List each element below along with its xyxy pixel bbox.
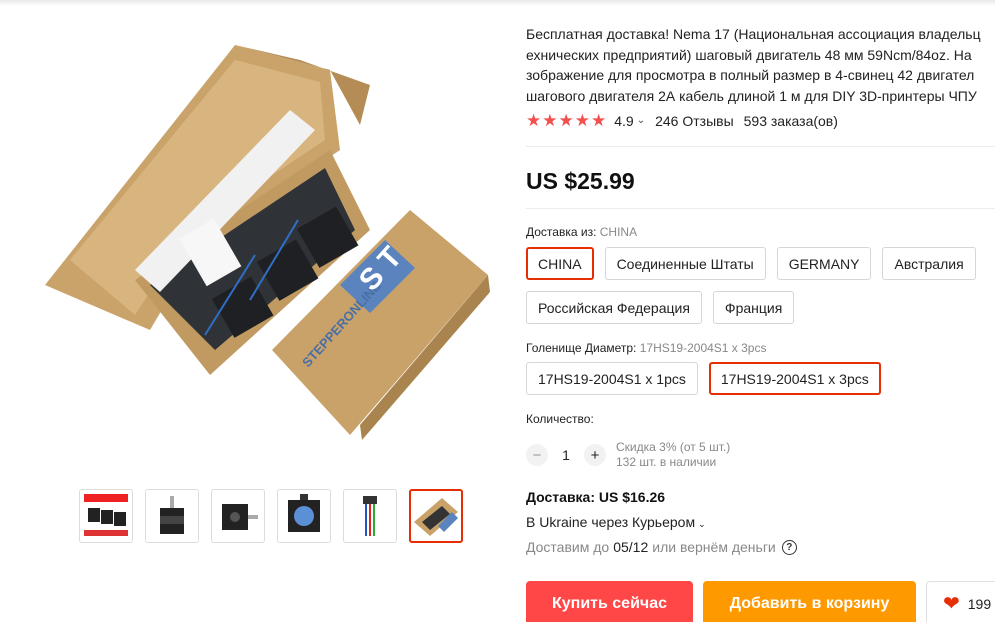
- rating-stars: ★ ★ ★ ★ ★: [526, 112, 606, 129]
- variant-options: 17HS19-2004S1 x 1pcs 17HS19-2004S1 x 3pc…: [526, 362, 881, 395]
- thumbnail-strip: [79, 489, 463, 543]
- buy-now-button[interactable]: Купить сейчас: [526, 581, 693, 622]
- delivery-cost: Доставка: US $16.26: [526, 489, 666, 505]
- product-title-line: зображение для просмотра в полный размер…: [526, 67, 975, 83]
- add-to-cart-button[interactable]: Добавить в корзину: [703, 581, 916, 622]
- delivery-promise: Доставим до 05/12 или вернём деньги ?: [526, 539, 797, 555]
- delivery-promise-suffix: или вернём деньги: [652, 539, 776, 555]
- variant-option-1pcs[interactable]: 17HS19-2004S1 x 1pcs: [526, 362, 698, 395]
- ship-from-options: CHINA Соединенные Штаты GERMANY Австрали…: [526, 247, 976, 280]
- star-icon: ★: [574, 111, 590, 130]
- rating-value[interactable]: 4.9: [614, 113, 633, 129]
- product-title-line: ехнических предприятий) шаговый двигател…: [526, 46, 972, 63]
- ship-from-option-australia[interactable]: Австралия: [882, 247, 976, 280]
- ship-from-option-usa[interactable]: Соединенные Штаты: [604, 247, 766, 280]
- variant-label-text: Голенище Диаметр:: [526, 341, 637, 355]
- product-main-image[interactable]: STEPPERONLINE S T: [40, 30, 490, 450]
- ship-from-label-text: Доставка из:: [526, 225, 597, 239]
- quantity-value[interactable]: 1: [548, 447, 584, 463]
- delivery-destination[interactable]: В Ukraine через Курьером ⌄: [526, 514, 706, 530]
- quantity-info: Скидка 3% (от 5 шт.) 132 шт. в наличии: [616, 440, 730, 470]
- thumbnail-motor-side[interactable]: [211, 489, 265, 543]
- bulk-discount-text: Скидка 3% (от 5 шт.): [616, 440, 731, 454]
- ship-from-label: Доставка из: CHINA: [526, 225, 637, 239]
- star-icon: ★: [591, 111, 607, 130]
- heart-icon: ❤: [943, 593, 960, 615]
- variant-option-3pcs[interactable]: 17HS19-2004S1 x 3pcs: [708, 362, 881, 395]
- ship-from-option-france[interactable]: Франция: [712, 291, 795, 324]
- variant-selected: 17HS19-2004S1 x 3pcs: [639, 341, 767, 355]
- delivery-destination-text: В Ukraine через Курьером: [526, 514, 696, 530]
- rating-row: ★ ★ ★ ★ ★ 4.9 ⌄ 246 Отзывы 593 заказа(ов…: [526, 112, 838, 129]
- star-icon: ★: [526, 111, 542, 130]
- ship-from-option-russia[interactable]: Российская Федерация: [526, 291, 702, 324]
- divider: [526, 208, 995, 209]
- ship-from-selected: CHINA: [599, 225, 638, 239]
- wishlist-count: 199: [967, 596, 992, 612]
- thumbnail-boxed-set[interactable]: [409, 489, 463, 543]
- star-icon: ★: [542, 111, 558, 130]
- ship-from-option-germany[interactable]: GERMANY: [776, 247, 872, 280]
- quantity-plus-button[interactable]: +: [584, 444, 606, 466]
- product-title: Бесплатная доставка! Nema 17 (Национальн…: [526, 24, 995, 106]
- quantity-minus-button[interactable]: −: [526, 444, 548, 466]
- thumbnail-three-motors[interactable]: [79, 489, 133, 543]
- help-icon[interactable]: ?: [781, 539, 797, 555]
- stock-text: 132 шт. в наличии: [616, 455, 717, 469]
- quantity-label: Количество:: [526, 412, 594, 426]
- wishlist-button[interactable]: ❤ 199: [926, 581, 995, 622]
- star-icon: ★: [558, 111, 574, 130]
- orders-count: 593 заказа(ов): [743, 112, 838, 129]
- thumbnail-motor-back[interactable]: [277, 489, 331, 543]
- thumbnail-connector-cable[interactable]: [343, 489, 397, 543]
- product-info-panel: Бесплатная доставка! Nema 17 (Национальн…: [526, 0, 995, 622]
- product-price: US $25.99: [526, 168, 635, 194]
- product-title-line: шагового двигателя 2А кабель длиной 1 м …: [526, 87, 977, 104]
- delivery-promise-date: 05/12: [613, 539, 649, 555]
- variant-label: Голенище Диаметр: 17HS19-2004S1 x 3pcs: [526, 341, 766, 355]
- quantity-stepper: − 1 + Скидка 3% (от 5 шт.) 132 шт. в нал…: [526, 440, 730, 470]
- ship-from-options-row2: Российская Федерация Франция: [526, 291, 795, 324]
- product-title-line: Бесплатная доставка! Nema 17 (Национальн…: [526, 26, 981, 42]
- chevron-down-icon[interactable]: ⌄: [637, 115, 645, 126]
- reviews-link[interactable]: 246 Отзывы: [655, 113, 734, 129]
- thumbnail-motor-front[interactable]: [145, 489, 199, 543]
- ship-from-option-china[interactable]: CHINA: [526, 247, 594, 280]
- chevron-down-icon: ⌄: [698, 519, 706, 529]
- delivery-promise-prefix: Доставим до: [526, 539, 610, 555]
- divider: [526, 146, 995, 147]
